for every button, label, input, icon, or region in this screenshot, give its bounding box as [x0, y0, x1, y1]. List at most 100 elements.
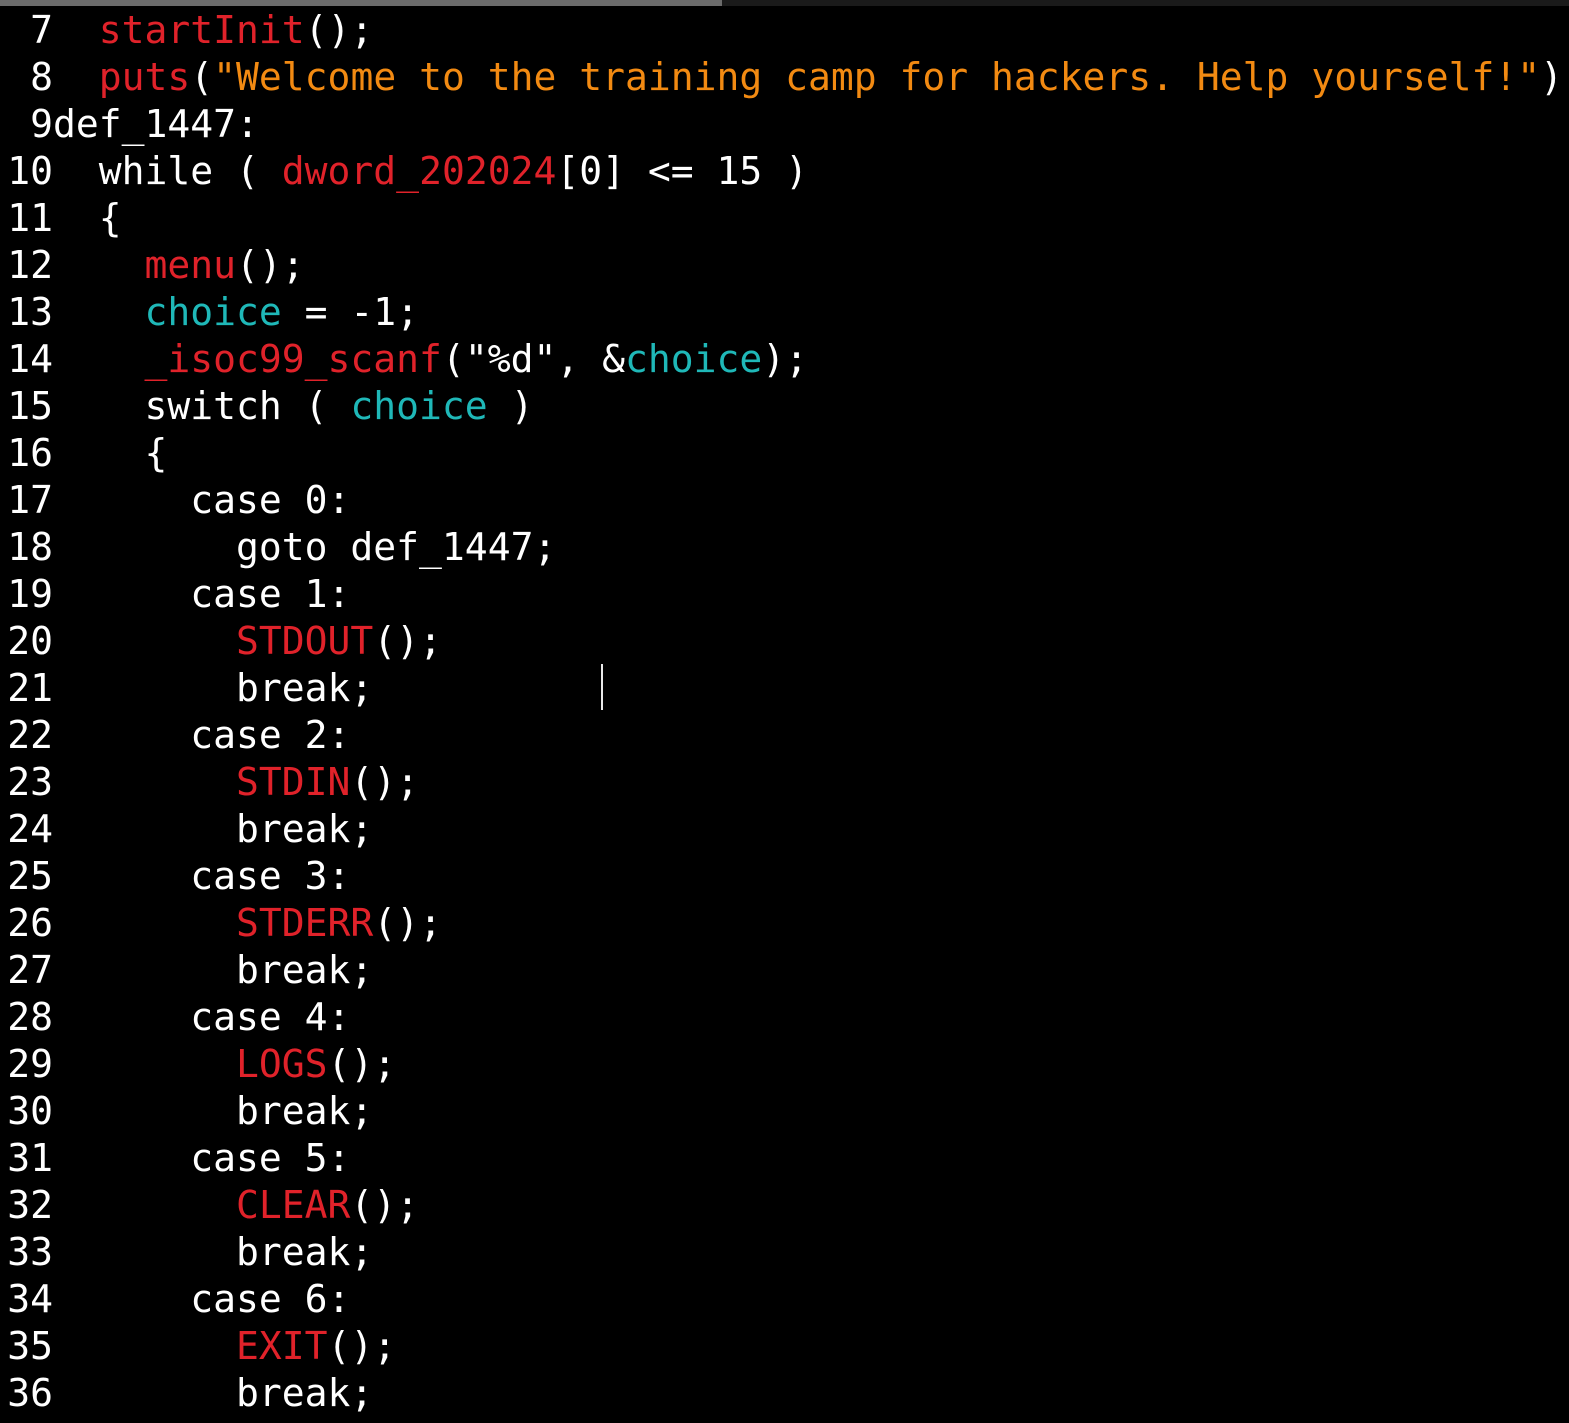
- line-number: 14: [7, 337, 53, 381]
- line-number: 25: [7, 854, 53, 898]
- code-line[interactable]: 30 break;: [0, 1088, 1569, 1135]
- line-number: 20: [7, 619, 53, 663]
- line-number: 27: [7, 948, 53, 992]
- code-text: while ( dword_202024[0] <= 15 ): [53, 148, 808, 195]
- code-text: case 0:: [53, 477, 350, 524]
- code-text: CLEAR();: [53, 1182, 419, 1229]
- code-line[interactable]: 36 break;: [0, 1370, 1569, 1417]
- line-number: 36: [7, 1371, 53, 1415]
- line-number: 26: [7, 901, 53, 945]
- code-line[interactable]: 32 CLEAR();: [0, 1182, 1569, 1229]
- code-line[interactable]: 14 _isoc99_scanf("%d", &choice);: [0, 336, 1569, 383]
- code-token: ();: [236, 243, 305, 287]
- variable-token: choice: [144, 290, 282, 334]
- code-line[interactable]: 26 STDERR();: [0, 900, 1569, 947]
- code-editor[interactable]: 7 startInit(); 8 puts("Welcome to the tra…: [0, 7, 1569, 1417]
- code-token: ();: [373, 619, 442, 663]
- code-token: break;: [236, 948, 374, 992]
- code-text: switch ( choice ): [53, 383, 534, 430]
- code-line[interactable]: 18 goto def_1447;: [0, 524, 1569, 571]
- code-line[interactable]: 15 switch ( choice ): [0, 383, 1569, 430]
- line-number: 33: [7, 1230, 53, 1274]
- code-line[interactable]: 27 break;: [0, 947, 1569, 994]
- code-token: switch (: [144, 384, 351, 428]
- code-text: break;: [53, 1229, 373, 1276]
- code-line[interactable]: 28 case 4:: [0, 994, 1569, 1041]
- code-text: goto def_1447;: [53, 524, 556, 571]
- code-line[interactable]: 8 puts("Welcome to the training camp for…: [0, 54, 1569, 101]
- code-line[interactable]: 11 {: [0, 195, 1569, 242]
- code-token: break;: [236, 807, 374, 851]
- code-token: case 4:: [190, 995, 351, 1039]
- function-token: STDIN: [236, 760, 351, 804]
- code-text: puts("Welcome to the training camp for h…: [53, 54, 1569, 101]
- scrollbar-thumb[interactable]: [0, 0, 722, 6]
- code-line[interactable]: 24 break;: [0, 806, 1569, 853]
- line-number: 28: [7, 995, 53, 1039]
- code-token: ): [487, 384, 534, 428]
- code-line[interactable]: 22 case 2:: [0, 712, 1569, 759]
- code-line[interactable]: 25 case 3:: [0, 853, 1569, 900]
- code-text: break;: [53, 806, 373, 853]
- code-line[interactable]: 21 break;: [0, 665, 1569, 712]
- code-token: [0] <= 15 ): [556, 149, 809, 193]
- code-token: case 6:: [190, 1277, 351, 1321]
- line-number: 15: [7, 384, 53, 428]
- code-text: menu();: [53, 242, 305, 289]
- line-number: 18: [7, 525, 53, 569]
- code-text: break;: [53, 665, 373, 712]
- code-text: STDIN();: [53, 759, 419, 806]
- code-line[interactable]: 12 menu();: [0, 242, 1569, 289]
- code-line[interactable]: 7 startInit();: [0, 7, 1569, 54]
- code-text: def_1447:: [53, 101, 259, 148]
- code-token: );: [762, 337, 809, 381]
- code-line[interactable]: 9 def_1447:: [0, 101, 1569, 148]
- function-token: EXIT: [236, 1324, 328, 1368]
- line-number: 21: [7, 666, 53, 710]
- variable-token: choice: [624, 337, 763, 381]
- code-line[interactable]: 31 case 5:: [0, 1135, 1569, 1182]
- code-line[interactable]: 33 break;: [0, 1229, 1569, 1276]
- code-token: break;: [236, 1371, 374, 1415]
- code-line[interactable]: 34 case 6:: [0, 1276, 1569, 1323]
- line-number: 10: [7, 149, 53, 193]
- code-text: case 1:: [53, 571, 350, 618]
- code-line[interactable]: 20 STDOUT();: [0, 618, 1569, 665]
- horizontal-scrollbar[interactable]: [0, 0, 1569, 6]
- code-token: case 3:: [190, 854, 351, 898]
- string-token: "Welcome to the training camp for hacker…: [213, 55, 1541, 99]
- code-text: case 5:: [53, 1135, 350, 1182]
- code-text: _isoc99_scanf("%d", &choice);: [53, 336, 809, 383]
- code-line[interactable]: 16 {: [0, 430, 1569, 477]
- variable-token: choice: [350, 384, 488, 428]
- code-line[interactable]: 13 choice = -1;: [0, 289, 1569, 336]
- code-line[interactable]: 35 EXIT();: [0, 1323, 1569, 1370]
- code-line[interactable]: 29 LOGS();: [0, 1041, 1569, 1088]
- function-token: menu: [144, 243, 237, 287]
- line-number: 7: [30, 8, 53, 52]
- code-token: case 2:: [190, 713, 351, 757]
- function-token: startInit: [98, 8, 305, 52]
- code-token: def_1447:: [53, 102, 259, 146]
- function-token: _isoc99_scanf: [144, 337, 442, 381]
- code-line[interactable]: 10 while ( dword_202024[0] <= 15 ): [0, 148, 1569, 195]
- code-token: break;: [236, 1089, 374, 1133]
- code-line[interactable]: 23 STDIN();: [0, 759, 1569, 806]
- function-token: LOGS: [236, 1042, 328, 1086]
- line-number: 24: [7, 807, 53, 851]
- code-text: choice = -1;: [53, 289, 420, 336]
- code-text: STDERR();: [53, 900, 442, 947]
- code-text: EXIT();: [53, 1323, 396, 1370]
- code-line[interactable]: 19 case 1:: [0, 571, 1569, 618]
- code-line[interactable]: 17 case 0:: [0, 477, 1569, 524]
